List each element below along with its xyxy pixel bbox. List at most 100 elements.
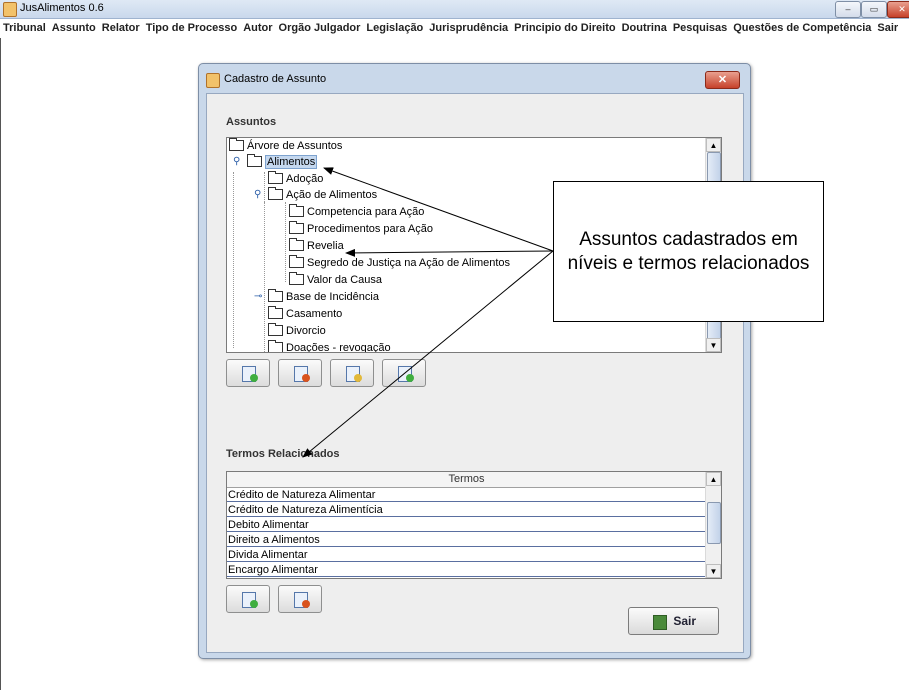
tree-node-label: Base de Incidência (286, 291, 379, 303)
close-window-button[interactable]: ✕ (887, 1, 909, 18)
table-row[interactable]: Direito a Alimentos (227, 533, 706, 547)
export-doc-button[interactable] (382, 359, 426, 387)
tree-node-label: Ação de Alimentos (286, 189, 378, 201)
tree-node[interactable]: Árvore de Assuntos (229, 138, 342, 154)
menu-item[interactable]: Principio do Direito (511, 19, 618, 34)
table-row[interactable]: Crédito de Natureza Alimentícia (227, 503, 706, 517)
cadastro-assunto-dialog: Cadastro de Assunto ✕ Assuntos Árvore de… (198, 63, 751, 659)
menu-item[interactable]: Autor (240, 19, 275, 34)
tree-node-label: Revelia (307, 240, 344, 252)
menu-item[interactable]: Relator (99, 19, 143, 34)
tree-node[interactable]: ⚲ Ação de Alimentos (254, 186, 378, 203)
tree-node[interactable]: Adoção (268, 170, 323, 187)
table-scrollbar[interactable]: ▲ ▼ (705, 472, 721, 578)
tree-expand-handle-icon[interactable]: ⚲ (254, 187, 261, 203)
tree-node[interactable]: ⚲ Alimentos (233, 153, 318, 170)
table-row[interactable]: Divida Alimentar (227, 548, 706, 562)
tree-connector (285, 202, 286, 282)
dialog-titlebar[interactable]: Cadastro de Assunto ✕ (199, 64, 750, 92)
exit-door-icon (653, 615, 667, 630)
menu-item[interactable]: Doutrina (619, 19, 670, 34)
menu-item[interactable]: Jurisprudência (426, 19, 511, 34)
termos-relacionados-label: Termos Relacionados (226, 448, 340, 460)
table-row[interactable]: Crédito de Natureza Alimentar (227, 488, 706, 502)
scroll-up-arrow[interactable]: ▲ (706, 138, 721, 152)
tree-node[interactable]: Procedimentos para Ação (289, 220, 433, 237)
dialog-body: Assuntos Árvore de Assuntos ⚲ Alimentos Ado… (206, 93, 744, 653)
tree-node[interactable]: Valor da Causa (289, 271, 383, 288)
sair-label: Sair (673, 614, 696, 628)
menu-bar: Tribunal Assunto Relator Tipo de Processo Au… (0, 19, 909, 37)
tree-node-label: Alimentos (265, 155, 318, 169)
badge-icon (250, 600, 258, 608)
annotation-callout: Assuntos cadastrados em níveis e termos … (553, 181, 824, 322)
edit-doc-button[interactable] (330, 359, 374, 387)
tree-node[interactable]: Casamento (268, 305, 343, 322)
tree-node-label: Árvore de Assuntos (247, 140, 343, 152)
menu-item[interactable]: Questões de Competência (730, 19, 874, 34)
table-row[interactable]: Debito Alimentar (227, 518, 706, 532)
callout-text: Assuntos cadastrados em níveis e termos … (567, 228, 810, 274)
tree-node-label: Segredo de Justiça na Ação de Alimentos (307, 257, 511, 269)
folder-icon (289, 220, 304, 234)
folder-icon (268, 186, 283, 200)
tree-node-label: Procedimentos para Ação (307, 223, 433, 235)
badge-icon (302, 600, 310, 608)
scroll-down-arrow[interactable]: ▼ (706, 338, 721, 352)
folder-icon (289, 254, 304, 268)
tree-node-label: Doações - revogação (286, 342, 391, 353)
dialog-close-button[interactable]: ✕ (705, 71, 740, 89)
tree-node[interactable]: Competencia para Ação (289, 203, 425, 220)
tree-node[interactable]: ⊸ Base de Incidência (254, 288, 379, 305)
table-row[interactable]: Encargo Alimentar (227, 563, 706, 577)
menu-item[interactable]: Sair (874, 19, 901, 34)
folder-icon (289, 237, 304, 251)
tree-node-label: Competencia para Ação (307, 206, 425, 218)
tree-expand-handle-icon[interactable]: ⊸ (254, 289, 262, 305)
folder-icon (268, 305, 283, 319)
scroll-up-arrow[interactable]: ▲ (706, 472, 721, 486)
add-doc-button[interactable] (226, 585, 270, 613)
dialog-title: Cadastro de Assunto (224, 73, 327, 85)
tree-node[interactable]: Revelia (289, 237, 344, 254)
menu-item[interactable]: Legislação (363, 19, 426, 34)
tree-node[interactable]: Doações - revogação (268, 339, 391, 353)
add-doc-button[interactable] (226, 359, 270, 387)
app-title: JusAlimentos 0.6 (20, 2, 104, 14)
menu-item[interactable]: Tipo de Processo (143, 19, 241, 34)
folder-icon (268, 339, 283, 352)
folder-icon (268, 288, 283, 302)
tree-node-label: Valor da Causa (307, 274, 383, 286)
termos-table[interactable]: Termos Crédito de Natureza Alimentar Créd… (226, 471, 722, 579)
scroll-down-arrow[interactable]: ▼ (706, 564, 721, 578)
menu-item[interactable]: Pesquisas (670, 19, 730, 34)
remove-doc-button[interactable] (278, 585, 322, 613)
folder-icon (268, 322, 283, 336)
badge-icon (406, 374, 414, 382)
menu-item[interactable]: Assunto (49, 19, 99, 34)
remove-doc-button[interactable] (278, 359, 322, 387)
termos-column-header[interactable]: Termos (227, 472, 706, 488)
assuntos-label: Assuntos (226, 116, 277, 128)
folder-icon (289, 203, 304, 217)
tree-node-label: Divorcio (286, 325, 326, 337)
scroll-thumb[interactable] (707, 502, 721, 544)
sair-button[interactable]: Sair (628, 607, 719, 635)
menu-item[interactable]: Orgão Julgador (276, 19, 364, 34)
folder-icon (247, 153, 262, 167)
tree-connector (233, 172, 234, 348)
tree-connector (264, 172, 265, 202)
badge-icon (354, 374, 362, 382)
tree-node[interactable]: Segredo de Justiça na Ação de Alimentos (289, 254, 511, 271)
java-app-icon (3, 2, 17, 17)
maximize-button[interactable]: ▭ (861, 1, 887, 18)
tree-node[interactable]: Divorcio (268, 322, 326, 339)
menu-item[interactable]: Tribunal (0, 19, 49, 34)
tree-node-label: Casamento (286, 308, 343, 320)
minimize-button[interactable]: – (835, 1, 861, 18)
tree-connector (264, 202, 265, 352)
folder-icon (268, 170, 283, 184)
badge-icon (302, 374, 310, 382)
tree-expand-handle-icon[interactable]: ⚲ (233, 154, 240, 170)
badge-icon (250, 374, 258, 382)
